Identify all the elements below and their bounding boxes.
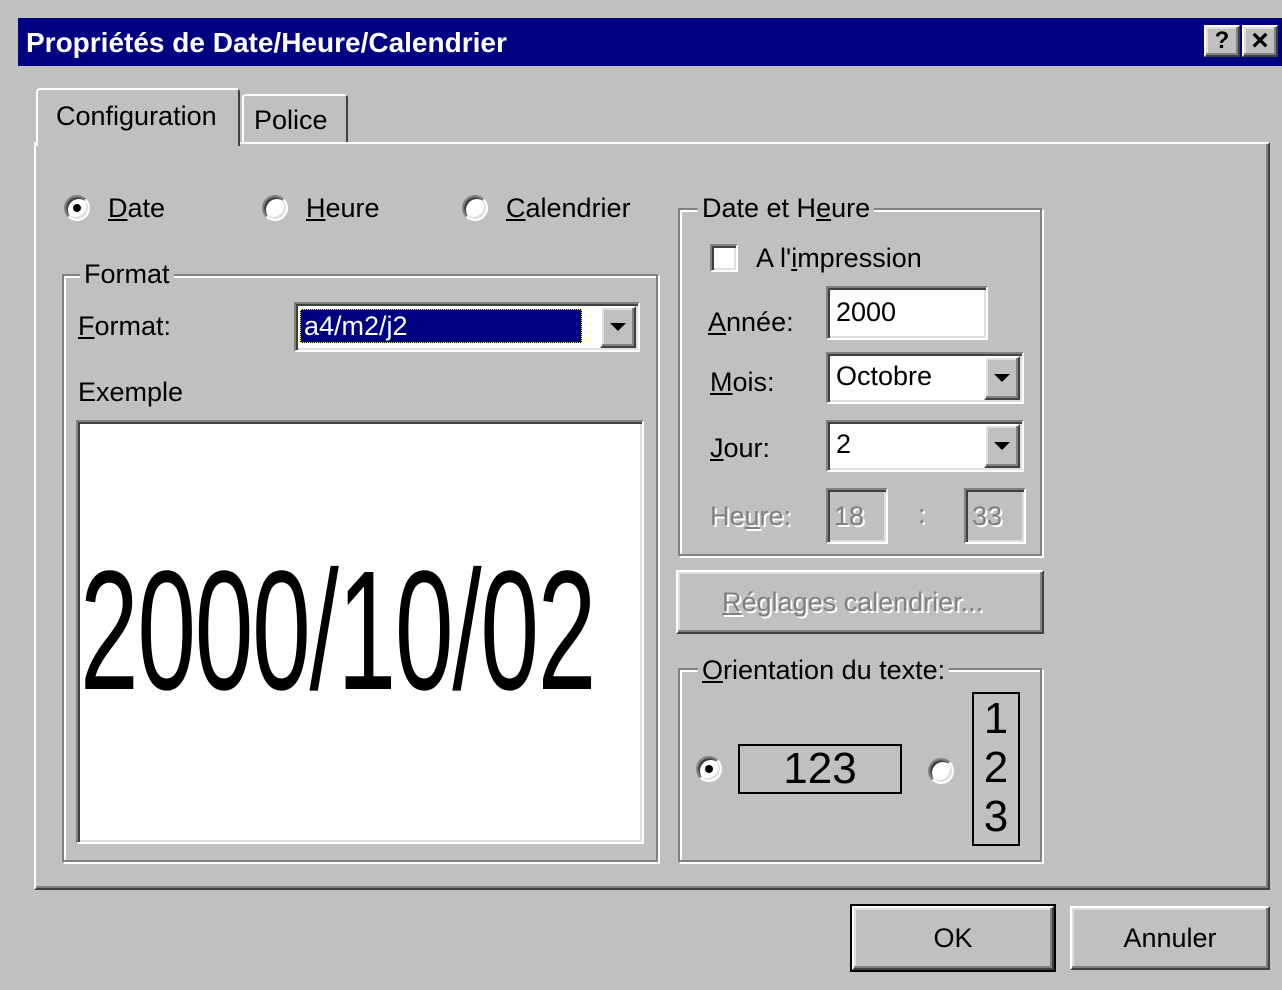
calendar-settings-button-label: Réglages calendrier... (722, 587, 984, 617)
radio-calendrier-label: Calendrier (506, 193, 631, 223)
window-title: Propriétés de Date/Heure/Calendrier (26, 27, 507, 58)
day-label: Jour: (710, 433, 771, 463)
radio-heure[interactable]: Heure (262, 192, 412, 226)
example-preview-text: 2000/10/02 (80, 536, 596, 726)
chevron-down-icon (610, 323, 626, 331)
chevron-down-icon (994, 374, 1010, 382)
ok-button-label: OK (933, 923, 973, 953)
month-dropdown-button[interactable] (984, 356, 1020, 400)
orientation-horizontal-sample: 123 (738, 744, 902, 794)
title-bar: Propriétés de Date/Heure/Calendrier ? × (18, 18, 1282, 66)
format-dropdown-button[interactable] (600, 306, 636, 348)
print-checkbox-label: A l'impression (756, 243, 922, 273)
help-icon: ? (1214, 27, 1230, 54)
month-dropdown-value: Octobre (836, 361, 933, 391)
orientation-horizontal-radio[interactable] (696, 756, 722, 782)
radio-calendrier[interactable]: Calendrier (462, 192, 642, 226)
month-label: Mois: (710, 367, 775, 397)
example-label: Exemple (78, 377, 184, 407)
cancel-button[interactable]: Annuler (1070, 906, 1270, 970)
radio-date-button[interactable] (64, 195, 90, 221)
hour-input[interactable]: 18 (826, 488, 888, 544)
format-label: Format: (78, 311, 172, 341)
datetime-group-title: Date et Heure (698, 192, 875, 224)
radio-date[interactable]: Date (64, 192, 214, 226)
orientation-vertical-sample: 1 2 3 (972, 692, 1020, 846)
day-dropdown-value: 2 (836, 429, 852, 459)
format-group-title: Format (80, 258, 174, 290)
year-label: Année: (708, 307, 794, 337)
minute-input[interactable]: 33 (964, 488, 1026, 544)
orientation-vertical-digit-1: 1 (983, 694, 1009, 743)
hour-label: Heure: (710, 501, 792, 531)
tab-police[interactable]: Police (242, 94, 348, 142)
chevron-down-icon (994, 442, 1010, 450)
tab-police-label: Police (254, 105, 328, 135)
print-checkbox-box[interactable] (710, 244, 738, 272)
close-button[interactable]: × (1242, 25, 1278, 57)
month-dropdown[interactable]: Octobre (826, 352, 1024, 404)
calendar-settings-button[interactable]: Réglages calendrier... (676, 570, 1044, 634)
orientation-group-title: Orientation du texte: (698, 654, 950, 686)
orientation-vertical-digit-3: 3 (983, 792, 1009, 841)
day-dropdown-button[interactable] (984, 424, 1020, 468)
year-input-value: 2000 (836, 297, 897, 327)
radio-calendrier-button[interactable] (462, 195, 488, 221)
tab-configuration-label: Configuration (56, 101, 217, 131)
radio-heure-button[interactable] (262, 195, 288, 221)
orientation-vertical-radio[interactable] (928, 758, 954, 784)
example-preview: 2000/10/02 (76, 420, 644, 844)
radio-heure-label: Heure (306, 193, 380, 223)
hour-input-value: 18 (834, 501, 865, 531)
day-dropdown[interactable]: 2 (826, 420, 1024, 472)
hour-minute-separator: : (918, 499, 926, 529)
format-dropdown[interactable]: a4/m2/j2 (294, 302, 640, 352)
year-input[interactable]: 2000 (826, 286, 988, 340)
orientation-vertical-digit-2: 2 (983, 743, 1009, 792)
help-button[interactable]: ? (1204, 25, 1240, 57)
cancel-button-label: Annuler (1123, 923, 1217, 953)
format-dropdown-value: a4/m2/j2 (300, 309, 582, 343)
radio-date-label: Date (108, 193, 166, 223)
minute-input-value: 33 (972, 501, 1003, 531)
tab-configuration[interactable]: Configuration (36, 88, 240, 146)
close-icon: × (1251, 24, 1269, 57)
print-checkbox[interactable]: A l'impression (710, 242, 970, 276)
ok-button[interactable]: OK (850, 904, 1056, 972)
